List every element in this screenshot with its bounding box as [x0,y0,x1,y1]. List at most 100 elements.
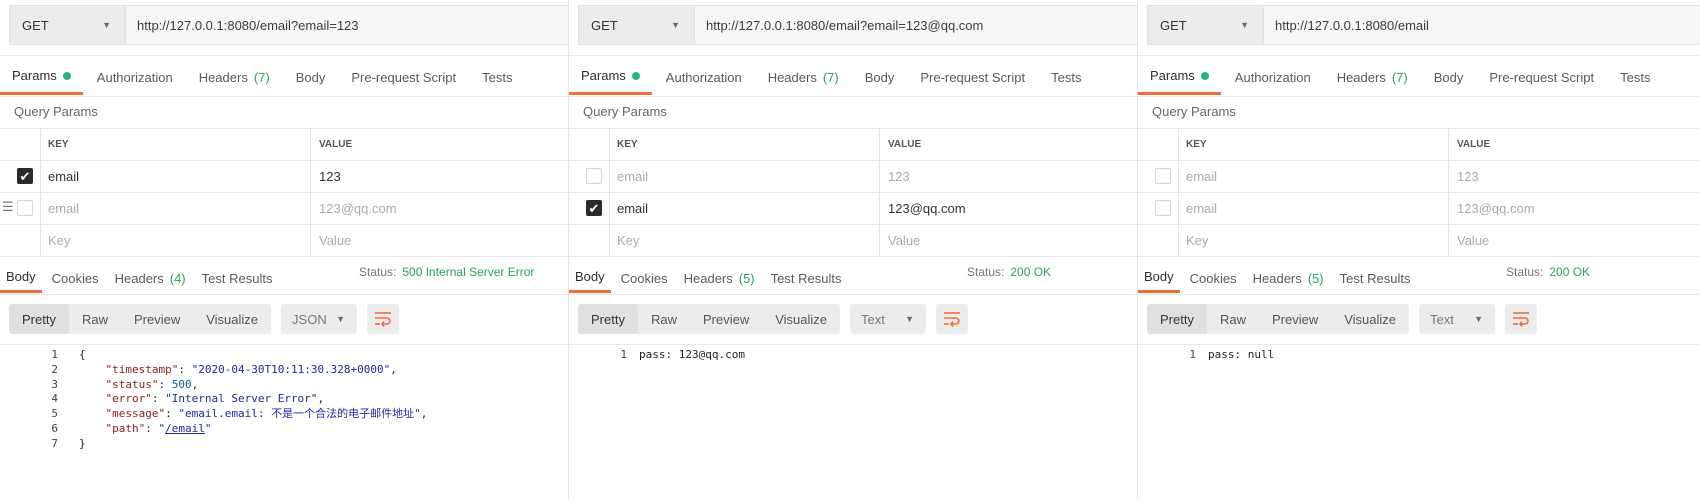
row-check-cell [1138,161,1179,192]
param-value[interactable]: 123 [1450,161,1700,192]
mode-pretty-button[interactable]: Pretty [1147,304,1207,334]
mode-preview-button[interactable]: Preview [121,304,193,334]
headers-count: (7) [1391,69,1408,85]
code-text: pass: 123@qq.com [639,347,745,363]
response-body[interactable]: 1 pass: null [1138,344,1700,465]
response-body[interactable]: 1 {2 "timestamp": "2020-04-30T10:11:30.32… [0,344,568,465]
response-status: Status: 200 OK [1506,265,1590,279]
value-placeholder[interactable]: Value [881,225,1137,256]
json-value-link[interactable]: /email [165,422,205,435]
param-key[interactable]: email [610,193,880,224]
tab-params[interactable]: Params [1138,59,1221,95]
tab-params[interactable]: Params [569,59,652,95]
response-tab-cookies[interactable]: Cookies [46,263,105,293]
response-tab-cookies[interactable]: Cookies [1184,263,1243,293]
tab-tests[interactable]: Tests [1608,59,1662,95]
param-checkbox[interactable] [1155,200,1171,216]
tab-body[interactable]: Body [853,59,907,95]
response-tab-test-results[interactable]: Test Results [196,263,279,293]
response-tab-test-results[interactable]: Test Results [1334,263,1417,293]
url-input[interactable]: http://127.0.0.1:8080/email [1263,5,1700,45]
key-placeholder[interactable]: Key [41,225,311,256]
param-value[interactable]: 123@qq.com [881,193,1137,224]
mode-raw-button[interactable]: Raw [1207,304,1259,334]
url-input[interactable]: http://127.0.0.1:8080/email?email=123@qq… [694,5,1137,45]
mode-pretty-button[interactable]: Pretty [9,304,69,334]
mode-visualize-button[interactable]: Visualize [193,304,271,334]
tab-label: Tests [1620,69,1651,85]
param-key[interactable]: email [1179,161,1449,192]
wrap-lines-button[interactable] [936,304,969,334]
response-tab-body[interactable]: Body [569,263,611,293]
params-active-dot-icon [62,71,71,80]
tab-body[interactable]: Body [1422,59,1476,95]
response-tab-body[interactable]: Body [1138,263,1180,293]
format-select[interactable]: Text ▼ [1419,304,1496,334]
param-key[interactable]: email [610,161,880,192]
tab-tests[interactable]: Tests [1039,59,1093,95]
divider [569,96,1137,97]
param-checkbox[interactable] [586,168,602,184]
param-key[interactable]: email [1179,193,1449,224]
response-tab-body[interactable]: Body [0,263,42,293]
json-value: 500 [171,377,192,391]
response-tab-headers[interactable]: Headers (5) [678,263,761,293]
method-label: GET [591,17,618,33]
mode-pretty-button[interactable]: Pretty [578,304,638,334]
tab-pre-request-script[interactable]: Pre-request Script [908,59,1037,95]
response-status: Status: 200 OK [967,265,1051,279]
caret-down-icon: ▼ [102,20,111,30]
response-tab-headers[interactable]: Headers (4) [109,263,192,293]
param-checkbox[interactable] [17,200,33,216]
key-placeholder[interactable]: Key [610,225,880,256]
tab-headers[interactable]: Headers (7) [187,59,282,95]
mode-visualize-button[interactable]: Visualize [762,304,840,334]
query-params-table: KEY VALUE email 123 ✔ email 123@qq.com K… [569,128,1137,257]
tab-body[interactable]: Body [284,59,338,95]
param-value[interactable]: 123 [881,161,1137,192]
param-key[interactable]: email [41,161,311,192]
format-select[interactable]: JSON ▼ [281,304,358,334]
response-body[interactable]: 1 pass: 123@qq.com [569,344,1137,465]
tab-pre-request-script[interactable]: Pre-request Script [339,59,468,95]
value-placeholder[interactable]: Value [312,225,568,256]
tab-headers[interactable]: Headers (7) [1325,59,1420,95]
mode-raw-button[interactable]: Raw [69,304,121,334]
param-checkbox[interactable]: ✔ [17,168,33,184]
param-checkbox[interactable] [1155,168,1171,184]
tab-params[interactable]: Params [0,59,83,95]
param-value[interactable]: 123 [312,161,568,192]
mode-preview-button[interactable]: Preview [690,304,762,334]
tab-tests[interactable]: Tests [470,59,524,95]
response-tab-cookies[interactable]: Cookies [615,263,674,293]
response-toolbar: Pretty Raw Preview Visualize JSON ▼ [9,304,400,334]
drag-handle-icon[interactable]: ☰ [2,200,14,214]
format-select[interactable]: Text ▼ [850,304,927,334]
tab-authorization[interactable]: Authorization [654,59,754,95]
tab-pre-request-script[interactable]: Pre-request Script [1477,59,1606,95]
method-select[interactable]: GET ▼ [1147,5,1263,45]
url-input[interactable]: http://127.0.0.1:8080/email?email=123 [125,5,568,45]
wrap-lines-button[interactable] [367,304,400,334]
line-number: 6 [51,422,58,435]
mode-raw-button[interactable]: Raw [638,304,690,334]
value-placeholder[interactable]: Value [1450,225,1700,256]
tab-authorization[interactable]: Authorization [1223,59,1323,95]
param-checkbox[interactable]: ✔ [586,200,602,216]
mode-visualize-button[interactable]: Visualize [1331,304,1409,334]
param-value[interactable]: 123@qq.com [1450,193,1700,224]
wrap-lines-button[interactable] [1505,304,1538,334]
response-tab-test-results[interactable]: Test Results [765,263,848,293]
param-key[interactable]: email [41,193,311,224]
mode-preview-button[interactable]: Preview [1259,304,1331,334]
key-placeholder[interactable]: Key [1179,225,1449,256]
view-mode-group: Pretty Raw Preview Visualize [9,304,272,334]
response-tab-headers[interactable]: Headers (5) [1247,263,1330,293]
code-token: , [390,362,397,376]
method-select[interactable]: GET ▼ [9,5,125,45]
tab-headers[interactable]: Headers (7) [756,59,851,95]
tab-authorization[interactable]: Authorization [85,59,185,95]
format-label: Text [1430,311,1454,327]
method-select[interactable]: GET ▼ [578,5,694,45]
param-value[interactable]: 123@qq.com [312,193,568,224]
